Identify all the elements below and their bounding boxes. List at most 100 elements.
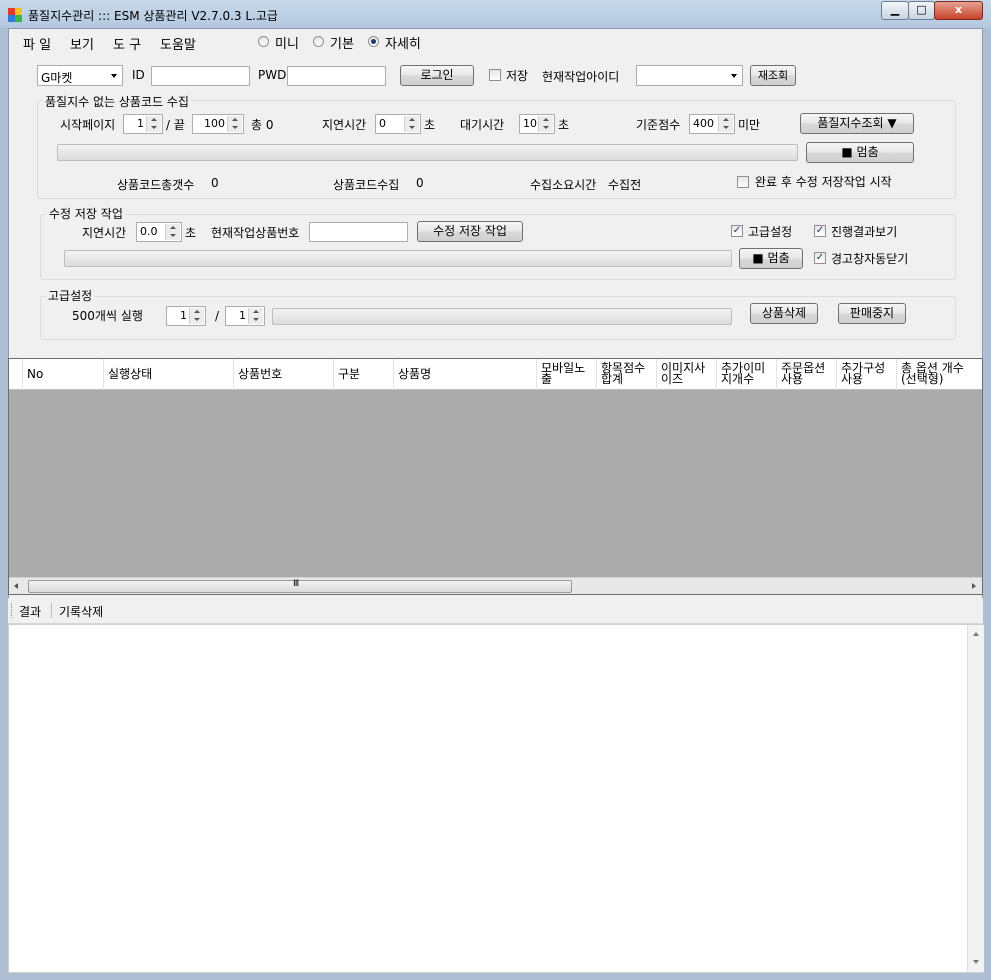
save-work-group-title: 수정 저장 작업	[47, 205, 125, 222]
menu-file[interactable]: 파 일	[23, 34, 51, 53]
show-results-checkbox[interactable]: ✓	[814, 225, 826, 237]
collect-time-label: 수집소요시간	[530, 178, 597, 192]
id-input[interactable]	[151, 66, 250, 86]
minimize-button[interactable]: ▁	[881, 1, 909, 20]
radio-basic-label: 기본	[330, 37, 354, 52]
quality-query-button[interactable]: 품질지수조회 ▼	[800, 113, 914, 134]
wait-time-unit: 초	[558, 118, 570, 132]
column-header-no[interactable]: No	[23, 359, 104, 390]
radio-mini-label: 미니	[275, 37, 299, 52]
column-header-order-option[interactable]: 주문옵션 사용	[777, 359, 837, 390]
stop-sale-button[interactable]: 판매중지	[838, 303, 906, 324]
delete-products-button[interactable]: 상품삭제	[750, 303, 818, 324]
collect-progress-bar	[57, 144, 798, 161]
column-header-image-size[interactable]: 이미지사 이즈	[657, 359, 717, 390]
clear-log-button[interactable]: 기록삭제	[59, 603, 103, 620]
advanced-checkbox[interactable]: ✓	[731, 225, 743, 237]
total-codes-value: 0	[211, 176, 219, 190]
column-header-type-line1: 구분	[338, 367, 361, 381]
grid-horizontal-scrollbar[interactable]: Ⅲ	[9, 577, 982, 594]
save-login-label: 저장	[506, 69, 529, 83]
save-login-checkbox[interactable]	[489, 69, 501, 81]
end-page-spinner[interactable]: 100	[192, 114, 244, 134]
column-header-product-name[interactable]: 상품명	[394, 359, 537, 390]
column-header-product-no[interactable]: 상품번호	[234, 359, 334, 390]
scroll-up-icon[interactable]	[973, 632, 979, 636]
collect-delay-value: 0	[379, 117, 386, 130]
save-delay-value: 0.0	[140, 225, 158, 238]
radio-detailed[interactable]	[368, 36, 379, 47]
auto-start-label: 완료 후 수정 저장작업 시작	[755, 175, 892, 189]
spin-arrows-icon[interactable]	[248, 308, 263, 324]
column-header-score-sum-line2: 합계	[601, 372, 624, 386]
scroll-down-icon[interactable]	[973, 960, 979, 964]
pwd-input[interactable]	[287, 66, 386, 86]
score-spinner[interactable]: 400	[689, 114, 735, 134]
auto-start-checkbox[interactable]	[737, 176, 749, 188]
save-work-button[interactable]: 수정 저장 작업	[417, 221, 523, 242]
current-product-input[interactable]	[309, 222, 408, 242]
wait-time-spinner[interactable]: 10	[519, 114, 555, 134]
title-bar[interactable]: 품질지수관리 ::: ESM 상품관리 V2.7.0.3 L.고급 ▁ □ x	[0, 0, 991, 28]
collect-stop-button[interactable]: ■ 멈춤	[806, 142, 914, 163]
collect-time-value: 수집전	[608, 178, 642, 192]
grid-scroll-thumb[interactable]: Ⅲ	[28, 579, 572, 593]
refresh-button[interactable]: 재조회	[750, 65, 796, 86]
column-header-extra-images[interactable]: 추가이미 지개수	[717, 359, 777, 390]
batch-current-value: 1	[180, 309, 187, 322]
column-header-addon-line2: 사용	[841, 372, 864, 386]
batch-total-spinner[interactable]: 1	[225, 306, 265, 326]
spin-arrows-icon[interactable]	[165, 224, 180, 240]
collect-group-title: 품질지수 없는 상품코드 수집	[43, 93, 191, 110]
column-header-total-options[interactable]: 총 옵션 개수 (선택형)	[897, 359, 982, 390]
start-page-spinner[interactable]: 1	[123, 114, 163, 134]
collect-delay-spinner[interactable]: 0	[375, 114, 421, 134]
toolbar-separator	[51, 603, 52, 618]
column-header-score-sum[interactable]: 항목점수 합계	[597, 359, 657, 390]
spin-arrows-icon[interactable]	[404, 116, 419, 132]
auto-close-checkbox[interactable]: ✓	[814, 252, 826, 264]
wait-time-label: 대기시간	[460, 118, 505, 132]
end-page-label: / 끝	[166, 118, 185, 132]
scroll-right-icon[interactable]	[972, 583, 976, 589]
id-label: ID	[132, 68, 145, 82]
spin-arrows-icon[interactable]	[718, 116, 733, 132]
batch-current-spinner[interactable]: 1	[166, 306, 206, 326]
scroll-left-icon[interactable]	[14, 583, 18, 589]
maximize-button[interactable]: □	[908, 1, 935, 20]
column-header-type[interactable]: 구분	[334, 359, 394, 390]
radio-mini[interactable]	[258, 36, 269, 47]
login-button[interactable]: 로그인	[400, 65, 474, 86]
column-header-addon[interactable]: 추가구성 사용	[837, 359, 897, 390]
radio-basic[interactable]	[313, 36, 324, 47]
market-select-value: G마켓	[41, 71, 73, 85]
save-stop-button[interactable]: ■ 멈춤	[739, 248, 803, 269]
product-grid[interactable]: No 실행상태 상품번호 구분 상품명 모바일노 출 항목점수 합계 이미지사 이즈 …	[8, 358, 983, 595]
window-title: 품질지수관리 ::: ESM 상품관리 V2.7.0.3 L.고급	[28, 9, 278, 23]
menu-tools[interactable]: 도 구	[113, 34, 141, 53]
log-toolbar: 결과 기록삭제	[8, 598, 983, 624]
show-results-label: 진행결과보기	[831, 225, 898, 239]
close-button[interactable]: x	[934, 1, 983, 20]
spin-arrows-icon[interactable]	[189, 308, 204, 324]
spin-arrows-icon[interactable]	[538, 116, 553, 132]
column-header-mobile-line2: 출	[541, 372, 553, 386]
menu-help[interactable]: 도움말	[160, 34, 196, 53]
save-delay-spinner[interactable]: 0.0	[136, 222, 182, 242]
auto-close-label: 경고창자동닫기	[831, 252, 909, 266]
spin-arrows-icon[interactable]	[227, 116, 242, 132]
log-vertical-scrollbar[interactable]	[967, 625, 984, 972]
column-header-mobile[interactable]: 모바일노 출	[537, 359, 597, 390]
column-header-status[interactable]: 실행상태	[104, 359, 234, 390]
log-textarea[interactable]	[8, 624, 984, 973]
menu-view[interactable]: 보기	[70, 34, 94, 53]
column-header-image-size-line2: 이즈	[661, 372, 684, 386]
tab-results[interactable]: 결과	[19, 603, 41, 620]
current-id-select[interactable]	[636, 65, 743, 86]
grid-row-header	[9, 359, 23, 390]
total-pages-label: 총 0	[251, 118, 274, 132]
market-select[interactable]: G마켓	[37, 65, 123, 86]
grip-icon: Ⅲ	[293, 579, 300, 589]
spin-arrows-icon[interactable]	[146, 116, 161, 132]
save-delay-label: 지연시간	[82, 226, 127, 240]
